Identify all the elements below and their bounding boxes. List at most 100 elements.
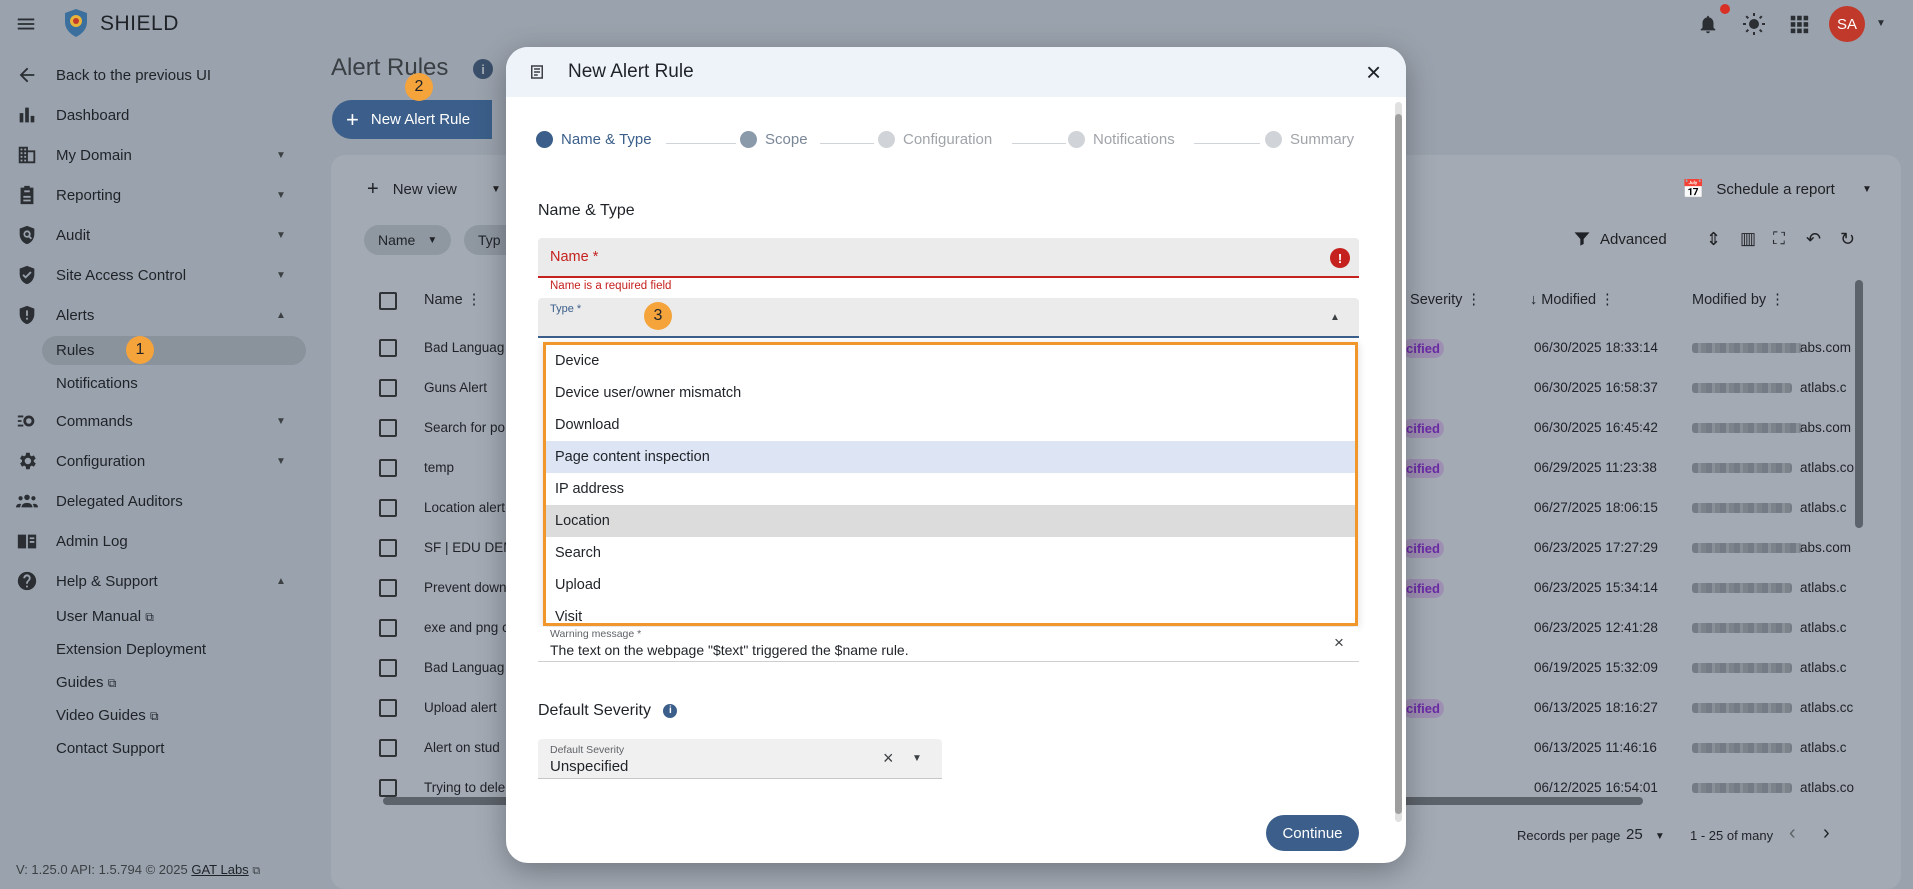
column-header-modified[interactable]: ↓ Modified ⋮: [1530, 292, 1615, 308]
records-per-page-select[interactable]: 25 ▼: [1626, 826, 1665, 843]
clear-icon[interactable]: ×: [1334, 633, 1344, 653]
density-icon[interactable]: ⇕: [1706, 229, 1721, 250]
row-name[interactable]: Trying to dele: [424, 780, 505, 795]
row-name[interactable]: Bad Languag: [424, 660, 504, 675]
default-severity-select[interactable]: Default Severity Unspecified × ▼: [538, 739, 942, 779]
type-option-ip-address[interactable]: IP address: [546, 473, 1355, 505]
step-notifications[interactable]: Notifications: [1068, 131, 1175, 148]
type-option-download[interactable]: Download: [546, 409, 1355, 441]
row-checkbox[interactable]: [379, 499, 397, 517]
gat-labs-link[interactable]: GAT Labs: [191, 862, 248, 877]
row-checkbox[interactable]: [379, 619, 397, 637]
menu-icon[interactable]: [15, 13, 37, 35]
sidebar-subitem-notifications[interactable]: Notifications: [56, 375, 138, 392]
schedule-chevron-down-icon[interactable]: ▼: [1862, 184, 1872, 195]
sidebar-item-reporting[interactable]: Reporting ▼: [0, 175, 310, 215]
row-name[interactable]: SF | EDU DEM: [424, 540, 515, 555]
sidebar-item-help-support[interactable]: Help & Support ▲: [0, 561, 310, 601]
column-header-name[interactable]: Name ⋮: [424, 292, 481, 308]
row-name[interactable]: Guns Alert: [424, 380, 487, 395]
step-summary[interactable]: Summary: [1265, 131, 1354, 148]
account-chevron-down-icon[interactable]: ▼: [1876, 18, 1886, 29]
step-dot: [878, 131, 895, 148]
close-icon[interactable]: ×: [1366, 57, 1381, 88]
columns-icon[interactable]: ▥: [1740, 229, 1756, 249]
sidebar-item-audit[interactable]: Audit ▼: [0, 215, 310, 255]
info-icon[interactable]: i: [663, 703, 678, 718]
type-option-search[interactable]: Search: [546, 537, 1355, 569]
sidebar-subitem-rules[interactable]: Rules: [56, 342, 94, 359]
row-name[interactable]: Prevent down: [424, 580, 507, 595]
continue-button[interactable]: Continue: [1266, 815, 1359, 851]
step-scope[interactable]: Scope: [740, 131, 808, 148]
sidebar-item-site-access-control[interactable]: Site Access Control ▼: [0, 255, 310, 295]
type-option-page-content-inspection[interactable]: Page content inspection: [546, 441, 1355, 473]
row-checkbox[interactable]: [379, 779, 397, 797]
info-icon[interactable]: i: [473, 59, 493, 79]
row-checkbox[interactable]: [379, 579, 397, 597]
step-configuration[interactable]: Configuration: [878, 131, 992, 148]
chevron-down-icon: ▼: [276, 149, 286, 161]
row-modified-by-redacted: [1692, 743, 1792, 753]
row-name[interactable]: Upload alert: [424, 700, 497, 715]
row-checkbox[interactable]: [379, 459, 397, 477]
next-page-icon[interactable]: ›: [1823, 822, 1830, 845]
row-checkbox[interactable]: [379, 699, 397, 717]
refresh-icon[interactable]: ↻: [1840, 229, 1855, 250]
undo-icon[interactable]: ↶: [1806, 229, 1821, 250]
dialog-scrollbar-thumb[interactable]: [1395, 114, 1402, 814]
type-option-location[interactable]: Location: [546, 505, 1355, 537]
fullscreen-icon[interactable]: ⛶: [1773, 229, 1785, 249]
row-checkbox[interactable]: [379, 419, 397, 437]
new-view-button[interactable]: + New view: [367, 178, 457, 201]
sidebar-item-configuration[interactable]: Configuration ▼: [0, 441, 310, 481]
type-option-upload[interactable]: Upload: [546, 569, 1355, 601]
sidebar-subitem-video-guides[interactable]: Video Guides ⧉: [56, 707, 159, 724]
bell-icon[interactable]: [1697, 13, 1719, 35]
vertical-scrollbar[interactable]: [1855, 280, 1863, 528]
row-checkbox[interactable]: [379, 739, 397, 757]
sidebar-subitem-user-manual[interactable]: User Manual ⧉: [56, 608, 154, 625]
column-header-severity[interactable]: t Severity ⋮: [1402, 292, 1481, 308]
row-name[interactable]: temp: [424, 460, 454, 475]
theme-toggle-icon[interactable]: [1742, 12, 1766, 36]
sidebar-subitem-contact-support[interactable]: Contact Support: [56, 740, 164, 757]
row-name[interactable]: Alert on stud: [424, 740, 500, 755]
apps-grid-icon[interactable]: [1788, 13, 1810, 35]
sidebar-item-alerts[interactable]: Alerts ▲: [0, 295, 310, 335]
row-name[interactable]: Location alert: [424, 500, 505, 515]
chevron-down-icon[interactable]: ▼: [912, 753, 922, 764]
sidebar-item-my-domain[interactable]: My Domain ▼: [0, 135, 310, 175]
schedule-report-button[interactable]: 📅 Schedule a report: [1682, 179, 1835, 200]
sidebar-subitem-guides[interactable]: Guides ⧉: [56, 674, 116, 691]
sidebar-item-delegated-auditors[interactable]: Delegated Auditors: [0, 481, 310, 521]
new-alert-rule-button[interactable]: + New Alert Rule: [332, 100, 492, 139]
back-to-previous-ui[interactable]: Back to the previous UI: [0, 55, 310, 95]
sidebar-item-commands[interactable]: Commands ▼: [0, 401, 310, 441]
app-name: SHIELD: [100, 12, 179, 35]
type-option-device-user-owner-mismatch[interactable]: Device user/owner mismatch: [546, 377, 1355, 409]
filter-chip-name[interactable]: Name ▼: [364, 225, 452, 255]
avatar[interactable]: SA: [1829, 6, 1865, 42]
advanced-filter-button[interactable]: Advanced: [1572, 229, 1667, 249]
dialog-scrollbar[interactable]: [1395, 102, 1402, 822]
row-checkbox[interactable]: [379, 379, 397, 397]
row-checkbox[interactable]: [379, 659, 397, 677]
column-header-modified-by[interactable]: Modified by ⋮: [1692, 292, 1785, 308]
row-checkbox[interactable]: [379, 539, 397, 557]
sidebar-subitem-extension-deployment[interactable]: Extension Deployment: [56, 641, 206, 658]
previous-page-icon[interactable]: ‹: [1789, 822, 1796, 845]
select-all-checkbox[interactable]: [379, 292, 397, 310]
name-input[interactable]: Name * !: [538, 238, 1359, 278]
type-option-device[interactable]: Device: [546, 345, 1355, 377]
clear-icon[interactable]: ×: [883, 748, 894, 769]
row-name[interactable]: Bad Languag: [424, 340, 504, 355]
row-checkbox[interactable]: [379, 339, 397, 357]
row-name[interactable]: exe and png c: [424, 620, 509, 635]
warning-message-input[interactable]: Warning message * The text on the webpag…: [538, 627, 1359, 662]
step-name-type[interactable]: Name & Type: [536, 131, 652, 148]
sidebar-item-dashboard[interactable]: Dashboard: [0, 95, 310, 135]
view-chevron-down-icon[interactable]: ▼: [491, 184, 501, 195]
sidebar-item-admin-log[interactable]: Admin Log: [0, 521, 310, 561]
row-name[interactable]: Search for po: [424, 420, 505, 435]
